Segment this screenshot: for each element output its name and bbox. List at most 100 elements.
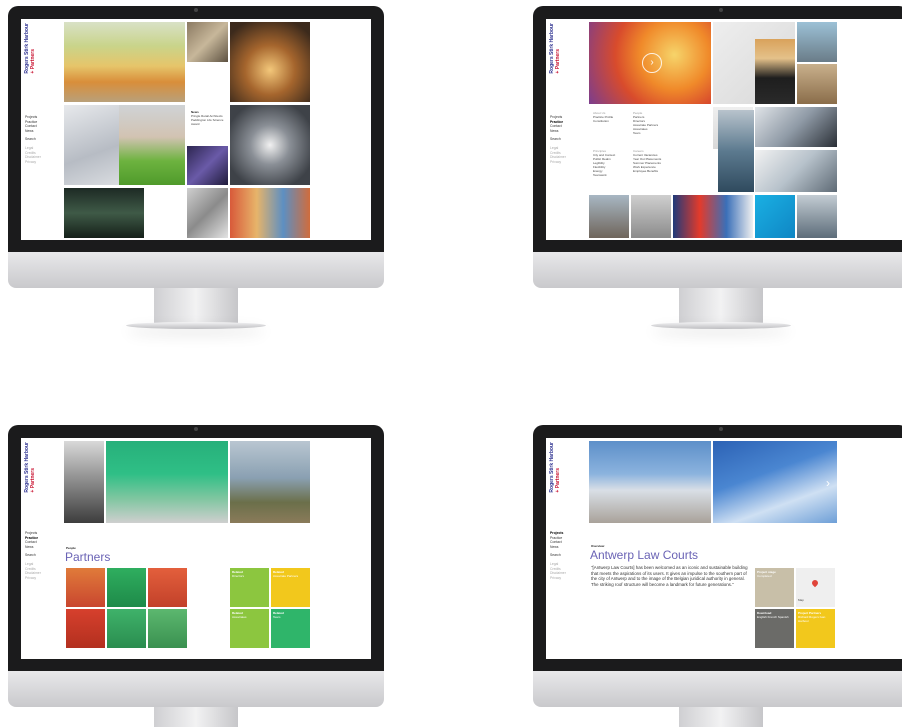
- monitor-stand: [679, 707, 763, 727]
- related-card-team[interactable]: Related Team: [271, 609, 310, 648]
- monitor-stand: [154, 288, 238, 324]
- nav-item-privacy[interactable]: Privacy: [25, 160, 41, 165]
- brand-logo[interactable]: Rogers Stirk Harbour + Partners: [24, 23, 51, 74]
- nav-primary: Projects Practice Contact News Search Le…: [550, 531, 566, 580]
- nav-item-privacy[interactable]: Privacy: [25, 576, 41, 581]
- nav-primary: Projects Practice Contact News Search Le…: [25, 531, 41, 580]
- screen-practice: Rogers Stirk Harbour + Partners Projects…: [546, 19, 902, 240]
- card-text: Download English French Spanish: [757, 611, 792, 619]
- image-tile-meeting[interactable]: [755, 150, 837, 192]
- image-tile-interior[interactable]: [187, 22, 228, 62]
- next-arrow-icon[interactable]: ›: [826, 476, 830, 490]
- image-tile-model[interactable]: [64, 105, 119, 185]
- card-body: Completed: [757, 574, 772, 578]
- camera-dot: [194, 8, 198, 12]
- partner-portrait[interactable]: [148, 568, 187, 607]
- brand-logo-plus: + Partners: [30, 467, 36, 493]
- page-title: Partners: [65, 550, 111, 564]
- card-text: Project stage Completed: [757, 570, 792, 578]
- image-tile-escalator[interactable]: [64, 441, 104, 523]
- image-tile-building-small[interactable]: [797, 22, 837, 62]
- image-tile-partners-group[interactable]: [106, 441, 228, 523]
- image-tile-building-facade[interactable]: [64, 22, 185, 102]
- monitor-stand: [154, 707, 238, 727]
- hero-image-courts[interactable]: [589, 441, 711, 523]
- map-label: Map: [798, 598, 804, 602]
- monitor-3: Rogers Stirk Harbour + Partners Projects…: [8, 425, 384, 727]
- image-tile-roof-structure[interactable]: [230, 105, 310, 185]
- brand-logo[interactable]: Rogers Stirk Harbour + Partners: [549, 442, 576, 493]
- brand-logo[interactable]: Rogers Stirk Harbour + Partners: [24, 442, 51, 493]
- related-body: Associate Partners: [273, 574, 299, 578]
- partner-portrait[interactable]: [148, 609, 187, 648]
- monitor-chin: [8, 671, 384, 707]
- image-tile-woman-writing[interactable]: [755, 39, 795, 104]
- related-card-associates[interactable]: Related Associates: [230, 609, 269, 648]
- card-text: Project Partners Richard Rogers Ivan Har…: [798, 611, 833, 623]
- partner-portrait[interactable]: [107, 568, 146, 607]
- nav-item-privacy[interactable]: Privacy: [550, 576, 566, 581]
- people-link-team[interactable]: Team: [633, 131, 673, 135]
- image-tile-people-standing[interactable]: [797, 195, 837, 238]
- image-tile-team[interactable]: [230, 188, 310, 238]
- related-card-text: Related Associates: [232, 611, 267, 619]
- map-pin-icon: [810, 578, 820, 588]
- image-tile-grey-building[interactable]: [631, 195, 671, 238]
- principles-link-teamwork[interactable]: Teamwork: [593, 173, 633, 177]
- image-tile-portrait[interactable]: [119, 105, 185, 185]
- partner-portrait[interactable]: [107, 609, 146, 648]
- page-title: Antwerp Law Courts: [590, 548, 699, 562]
- careers-link-benefits[interactable]: Employee Benefits: [633, 169, 673, 173]
- project-partners-card[interactable]: Project Partners Richard Rogers Ivan Har…: [796, 609, 835, 648]
- monitor-foot: [651, 322, 791, 329]
- monitor-2: Rogers Stirk Harbour + Partners Projects…: [533, 6, 902, 342]
- monitor-1: Rogers Stirk Harbour + Partners Projects…: [8, 6, 384, 342]
- image-tile-dark-hall[interactable]: [64, 188, 144, 238]
- image-tile-rooftop[interactable]: [589, 195, 629, 238]
- partner-portrait[interactable]: [66, 568, 105, 607]
- hero-image-roof[interactable]: [713, 441, 837, 523]
- screen-project: Rogers Stirk Harbour + Partners Projects…: [546, 438, 902, 659]
- project-quote: "[Antwerp Law Courts] has been welcomed …: [591, 565, 748, 587]
- brand-logo-plus: + Partners: [30, 48, 36, 74]
- nav-item-privacy[interactable]: Privacy: [550, 160, 566, 165]
- camera-dot: [194, 427, 198, 431]
- monitor-chin: [533, 252, 902, 288]
- project-stage-card[interactable]: Project stage Completed: [755, 568, 794, 607]
- image-tile-site-visit[interactable]: [230, 441, 310, 523]
- principles-section: Principles City and Context Public Realm…: [593, 149, 633, 177]
- nav-primary: Projects Practice Contact News Search Le…: [550, 115, 566, 164]
- image-tile-night-building[interactable]: [187, 146, 228, 185]
- related-card-text: Related Associate Partners: [273, 570, 308, 578]
- image-tile-worker[interactable]: [718, 110, 754, 192]
- image-tile-structure[interactable]: [187, 188, 228, 238]
- news-body: Pringle Retail Architects Paddington Lif…: [191, 114, 224, 126]
- partner-portrait[interactable]: [66, 609, 105, 648]
- image-tile-blue-facade[interactable]: [755, 195, 795, 238]
- about-link-constitution[interactable]: Constitution: [593, 119, 633, 123]
- related-card-directors[interactable]: Related Directors: [230, 568, 269, 607]
- related-card-text: Related Directors: [232, 570, 267, 578]
- card-body: Richard Rogers Ivan Harbour: [798, 615, 826, 623]
- image-tile-man-desk[interactable]: [755, 107, 837, 147]
- people-section: People Partners Directors Associate Part…: [633, 111, 673, 135]
- nav-primary: Projects Practice Contact News Search Le…: [25, 115, 41, 164]
- careers-section: Careers Current Vacancies Year Out Place…: [633, 149, 673, 173]
- map-card[interactable]: Map: [796, 568, 835, 607]
- news-panel[interactable]: News Pringle Retail Architects Paddingto…: [191, 110, 229, 126]
- camera-dot: [719, 427, 723, 431]
- monitor-stand: [679, 288, 763, 324]
- brand-logo[interactable]: Rogers Stirk Harbour + Partners: [549, 23, 576, 74]
- related-card-associate-partners[interactable]: Related Associate Partners: [271, 568, 310, 607]
- related-body: Directors: [232, 574, 245, 578]
- related-body: Team: [273, 615, 281, 619]
- download-card[interactable]: Download English French Spanish: [755, 609, 794, 648]
- brand-logo-plus: + Partners: [555, 467, 561, 493]
- brand-logo-plus: + Partners: [555, 48, 561, 74]
- monitor-4: Rogers Stirk Harbour + Partners Projects…: [533, 425, 902, 727]
- next-arrow-icon[interactable]: ›: [642, 53, 662, 73]
- image-tile-station[interactable]: [673, 195, 753, 238]
- image-tile-street[interactable]: [797, 64, 837, 104]
- image-tile-corridor[interactable]: [230, 22, 310, 102]
- screen-partners: Rogers Stirk Harbour + Partners Projects…: [21, 438, 371, 659]
